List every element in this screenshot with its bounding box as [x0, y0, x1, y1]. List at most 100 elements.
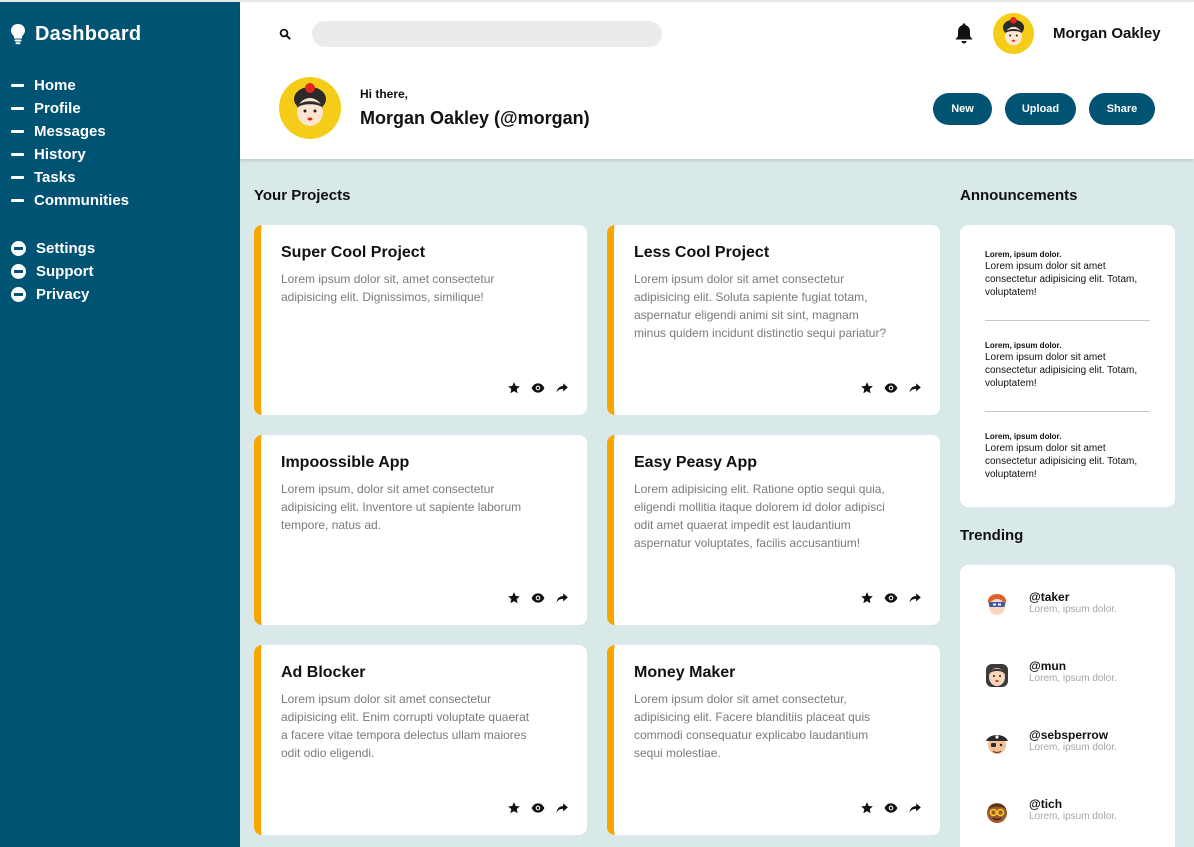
- eye-icon[interactable]: [531, 801, 545, 815]
- header: Morgan Oakley Hi there, Morgan Oakley (@…: [240, 2, 1194, 159]
- upload-button[interactable]: Upload: [1005, 93, 1076, 125]
- minus-circle-icon: [11, 264, 26, 279]
- new-button[interactable]: New: [933, 93, 992, 125]
- sidebar-item-label: Home: [34, 77, 76, 94]
- trending-panel: @taker Lorem, ipsum dolor. @mun Lorem, i…: [960, 565, 1175, 847]
- project-title: Ad Blocker: [281, 664, 366, 681]
- share-arrow-icon[interactable]: [908, 801, 922, 815]
- project-actions: [860, 801, 922, 815]
- sidebar-item-profile[interactable]: Profile: [0, 97, 240, 120]
- share-button[interactable]: Share: [1089, 93, 1155, 125]
- project-description: Lorem ipsum dolor sit amet consectetur a…: [634, 272, 887, 340]
- project-card[interactable]: Easy Peasy App Lorem adipisicing elit. R…: [607, 435, 940, 625]
- project-actions: [507, 801, 569, 815]
- star-icon[interactable]: [507, 381, 521, 395]
- announcement-item[interactable]: Lorem, ipsum dolor. Lorem ipsum dolor si…: [985, 432, 1150, 481]
- sidebar-item-label: Settings: [36, 240, 96, 257]
- sidebar-item-label: History: [34, 146, 86, 163]
- sidebar-item-settings[interactable]: Settings: [0, 237, 240, 260]
- project-card[interactable]: Ad Blocker Lorem ipsum dolor sit amet co…: [254, 645, 587, 835]
- trending-text: Lorem, ipsum dolor.: [1029, 673, 1117, 684]
- eye-icon[interactable]: [884, 591, 898, 605]
- share-arrow-icon[interactable]: [555, 381, 569, 395]
- project-actions: [860, 591, 922, 605]
- search-input[interactable]: [312, 21, 662, 47]
- share-arrow-icon[interactable]: [555, 591, 569, 605]
- star-icon[interactable]: [860, 801, 874, 815]
- eye-icon[interactable]: [884, 381, 898, 395]
- trending-user[interactable]: @mun Lorem, ipsum dolor.: [984, 659, 1164, 689]
- search-icon[interactable]: [279, 28, 291, 40]
- divider: [985, 411, 1150, 412]
- sidebar-item-messages[interactable]: Messages: [0, 120, 240, 143]
- sidebar: Dashboard Home Profile Messages History …: [0, 0, 240, 847]
- trending-user[interactable]: @tich Lorem, ipsum dolor.: [984, 797, 1164, 827]
- trending-text: Lorem, ipsum dolor.: [1029, 811, 1117, 822]
- trending-handle: @tich: [1029, 797, 1063, 811]
- dash-icon: [11, 84, 24, 87]
- sidebar-nav: Home Profile Messages History Tasks Comm…: [0, 74, 240, 212]
- project-title: Money Maker: [634, 664, 736, 681]
- sidebar-item-support[interactable]: Support: [0, 260, 240, 283]
- trending-text: Lorem, ipsum dolor.: [1029, 604, 1117, 615]
- bell-icon[interactable]: [954, 23, 974, 45]
- eye-icon[interactable]: [884, 801, 898, 815]
- sidebar-item-history[interactable]: History: [0, 143, 240, 166]
- star-icon[interactable]: [860, 381, 874, 395]
- user-avatar[interactable]: [993, 13, 1034, 54]
- sidebar-item-label: Messages: [34, 123, 106, 140]
- announcement-body: Lorem ipsum dolor sit amet consectetur a…: [985, 352, 1138, 389]
- project-title: Impoossible App: [281, 454, 410, 471]
- trending-section-title: Trending: [960, 527, 1024, 544]
- user-avatar: [986, 735, 1008, 754]
- trending-handle: @sebsperrow: [1029, 728, 1109, 742]
- star-icon[interactable]: [860, 591, 874, 605]
- project-card[interactable]: Super Cool Project Lorem ipsum dolor sit…: [254, 225, 587, 415]
- sidebar-item-label: Tasks: [34, 169, 76, 186]
- user-avatar: [988, 594, 1006, 615]
- sidebar-item-label: Profile: [34, 100, 81, 117]
- project-description: Lorem ipsum dolor sit amet consectetur, …: [634, 692, 871, 760]
- sidebar-item-label: Communities: [34, 192, 130, 209]
- trending-user[interactable]: @sebsperrow Lorem, ipsum dolor.: [984, 728, 1164, 758]
- projects-section-title: Your Projects: [254, 187, 351, 204]
- sidebar-item-home[interactable]: Home: [0, 74, 240, 97]
- announcement-heading: Lorem, ipsum dolor.: [985, 432, 1062, 441]
- announcement-item[interactable]: Lorem, ipsum dolor. Lorem ipsum dolor si…: [985, 341, 1150, 390]
- share-arrow-icon[interactable]: [908, 591, 922, 605]
- project-card[interactable]: Money Maker Lorem ipsum dolor sit amet c…: [607, 645, 940, 835]
- dash-icon: [11, 153, 24, 156]
- eye-icon[interactable]: [531, 591, 545, 605]
- app-title: Dashboard: [35, 22, 142, 45]
- brand[interactable]: Dashboard: [0, 22, 240, 46]
- announcements-panel: Lorem, ipsum dolor. Lorem ipsum dolor si…: [960, 225, 1175, 507]
- share-arrow-icon[interactable]: [908, 381, 922, 395]
- user-avatar: [986, 664, 1008, 687]
- star-icon[interactable]: [507, 591, 521, 605]
- project-card[interactable]: Less Cool Project Lorem ipsum dolor sit …: [607, 225, 940, 415]
- announcement-item[interactable]: Lorem, ipsum dolor. Lorem ipsum dolor si…: [985, 250, 1150, 299]
- sidebar-item-privacy[interactable]: Privacy: [0, 283, 240, 306]
- sidebar-secondary-nav: Settings Support Privacy: [0, 237, 240, 306]
- project-card[interactable]: Impoossible App Lorem ipsum, dolor sit a…: [254, 435, 587, 625]
- project-description: Lorem adipisicing elit. Ratione optio se…: [634, 482, 885, 550]
- share-arrow-icon[interactable]: [555, 801, 569, 815]
- dash-icon: [11, 130, 24, 133]
- sidebar-item-tasks[interactable]: Tasks: [0, 166, 240, 189]
- star-icon[interactable]: [507, 801, 521, 815]
- header-user-name[interactable]: Morgan Oakley: [1053, 25, 1161, 42]
- profile-full-name: Morgan Oakley (@morgan): [360, 108, 590, 128]
- announcement-body: Lorem ipsum dolor sit amet consectetur a…: [985, 261, 1138, 298]
- sidebar-item-label: Support: [36, 263, 94, 280]
- divider: [985, 320, 1150, 321]
- sidebar-item-label: Privacy: [36, 286, 90, 303]
- user-avatar: [987, 803, 1007, 823]
- sidebar-item-communities[interactable]: Communities: [0, 189, 240, 212]
- project-title: Less Cool Project: [634, 244, 770, 261]
- trending-handle: @taker: [1029, 590, 1070, 604]
- project-actions: [860, 381, 922, 395]
- trending-user[interactable]: @taker Lorem, ipsum dolor.: [984, 590, 1164, 620]
- eye-icon[interactable]: [531, 381, 545, 395]
- announcement-heading: Lorem, ipsum dolor.: [985, 250, 1062, 259]
- project-title: Super Cool Project: [281, 244, 426, 261]
